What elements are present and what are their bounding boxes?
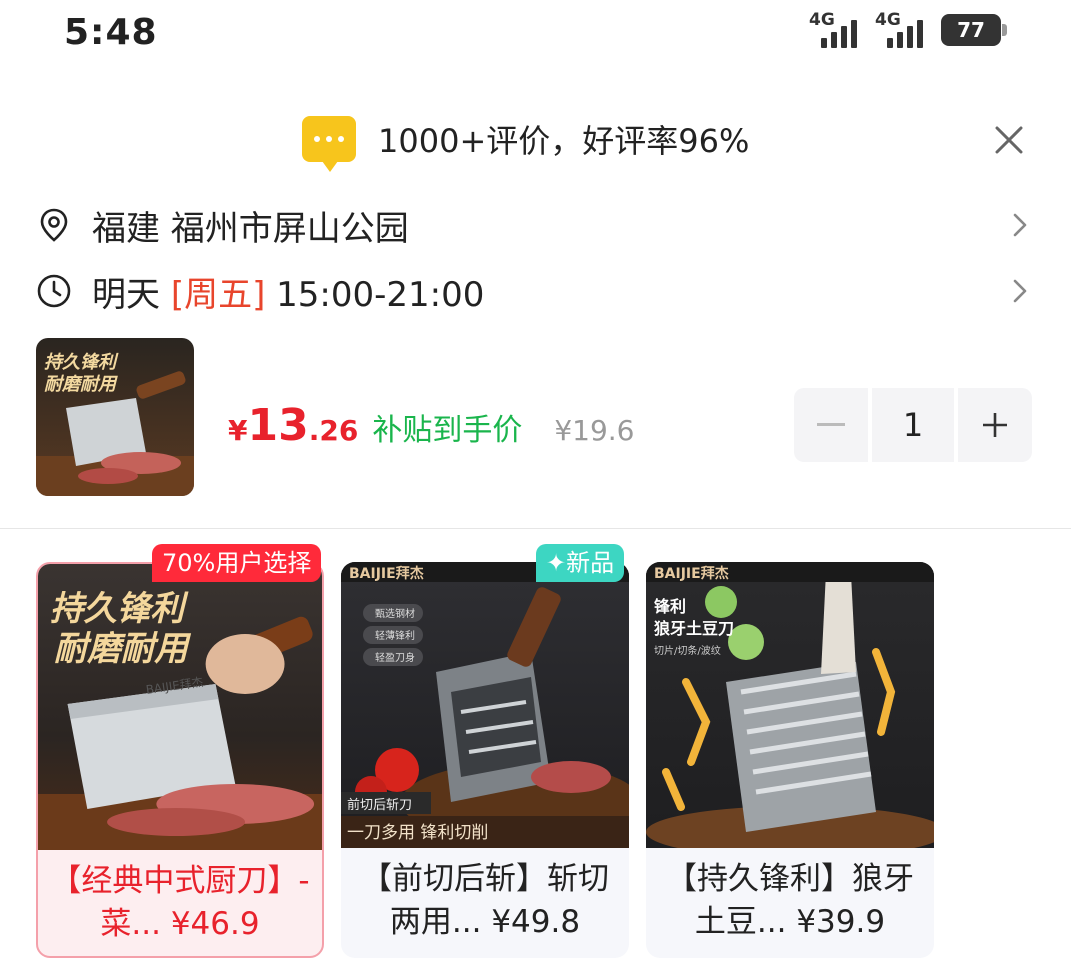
thumb-text-2: 耐磨耐用 <box>44 374 118 395</box>
brand-mark: BAIJIE拜杰 <box>654 565 729 582</box>
recommendation-card[interactable]: BAIJIE拜杰 甄选钢材 轻薄锋利 轻盈刀身 前切后斩刀 一刀多用 锋利切削 … <box>341 562 629 958</box>
decrease-button[interactable] <box>794 388 868 462</box>
feature-tag: 甄选钢材 <box>375 607 415 620</box>
new-product-badge: ✦新品 <box>536 544 625 582</box>
card-caption: 【持久锋利】狼牙土豆... ¥39.9 <box>646 858 934 944</box>
recommendation-card[interactable]: 持久锋利 耐磨耐用 BAIJIE拜杰 【经典中式厨刀】-菜... ¥46.9 <box>36 562 324 958</box>
card-price: ¥39.9 <box>796 904 886 940</box>
quantity-stepper: 1 <box>794 388 1032 462</box>
signal-icon: 4G <box>809 10 865 48</box>
clock-icon <box>37 274 71 308</box>
card-price: ¥46.9 <box>170 906 260 942</box>
delivery-time-text: 明天 [周五] 15:00-21:00 <box>92 267 484 316</box>
status-indicators: 4G 4G 77 <box>809 10 1007 48</box>
original-price: ¥19.6 <box>554 414 635 447</box>
location-pin-icon <box>40 208 68 242</box>
card-image-text-1: 锋利 <box>654 597 686 616</box>
chevron-right-icon <box>1013 213 1027 237</box>
delivery-weekday: [周五] <box>170 274 266 315</box>
product-image: BAIJIE拜杰 甄选钢材 轻薄锋利 轻盈刀身 前切后斩刀 一刀多用 锋利切削 <box>341 562 629 848</box>
thumb-text-1: 持久锋利 <box>44 352 119 373</box>
card-image-text-2: 狼牙土豆刀 <box>654 619 734 638</box>
plus-icon <box>983 413 1007 437</box>
delivery-time-row[interactable]: 明天 [周五] 15:00-21:00 <box>36 264 1036 318</box>
product-image: BAIJIE拜杰 锋利 狼牙土豆刀 切片/切条/波纹 <box>646 562 934 848</box>
card-price: ¥49.8 <box>491 904 581 940</box>
price-block: ¥ 13 .26 补贴到手价 ¥19.6 <box>228 400 635 451</box>
chevron-right-icon <box>1013 279 1027 303</box>
delivery-time-window: 15:00-21:00 <box>265 274 485 315</box>
battery-icon: 77 <box>941 14 1007 46</box>
card-image-text-3: 切片/切条/波纹 <box>654 644 721 657</box>
card-banner-text: 一刀多用 锋利切削 <box>347 823 488 843</box>
brand-mark: BAIJIE拜杰 <box>349 565 424 582</box>
card-image-text-1: 持久锋利 <box>50 589 189 628</box>
price-decimal: .26 <box>308 414 359 447</box>
chat-bubble-icon <box>302 116 356 172</box>
card-caption: 【经典中式厨刀】-菜... ¥46.9 <box>38 860 322 946</box>
feature-tag: 轻盈刀身 <box>375 651 415 664</box>
close-icon[interactable] <box>991 122 1027 158</box>
card-caption: 【前切后斩】斩切两用... ¥49.8 <box>341 858 629 944</box>
status-bar: 5:48 4G 4G 77 <box>0 0 1071 70</box>
price-currency: ¥ <box>228 414 248 447</box>
price-integer: 13 <box>247 400 309 451</box>
card-image-text-2: 耐磨耐用 <box>54 629 192 668</box>
recommendation-card[interactable]: BAIJIE拜杰 锋利 狼牙土豆刀 切片/切条/波纹 【持久锋利】狼牙土豆...… <box>646 562 934 958</box>
quantity-value[interactable]: 1 <box>872 388 954 462</box>
popular-choice-badge: 70%用户选择 <box>152 544 322 582</box>
review-summary-text: 1000+评价，好评率96% <box>378 122 750 160</box>
product-image: 持久锋利 耐磨耐用 BAIJIE拜杰 <box>38 564 322 850</box>
product-thumbnail: 持久锋利 耐磨耐用 <box>36 338 194 496</box>
minus-icon <box>817 423 845 426</box>
delivery-day-prefix: 明天 <box>92 274 171 315</box>
card-sub-label: 前切后斩刀 <box>347 797 412 813</box>
status-time: 5:48 <box>64 12 158 53</box>
product-summary-row: 持久锋利 耐磨耐用 ¥ 13 .26 补贴到手价 ¥19.6 1 <box>0 336 1071 502</box>
divider <box>0 528 1071 529</box>
address-row[interactable]: 福建 福州市屏山公园 <box>36 198 1036 252</box>
feature-tag: 轻薄锋利 <box>375 629 415 642</box>
address-text: 福建 福州市屏山公园 <box>92 208 409 249</box>
signal-icon: 4G <box>875 10 931 48</box>
review-summary-row: 1000+评价，好评率96% <box>0 112 1071 176</box>
subsidy-price-label: 补贴到手价 <box>372 413 523 448</box>
increase-button[interactable] <box>958 388 1032 462</box>
